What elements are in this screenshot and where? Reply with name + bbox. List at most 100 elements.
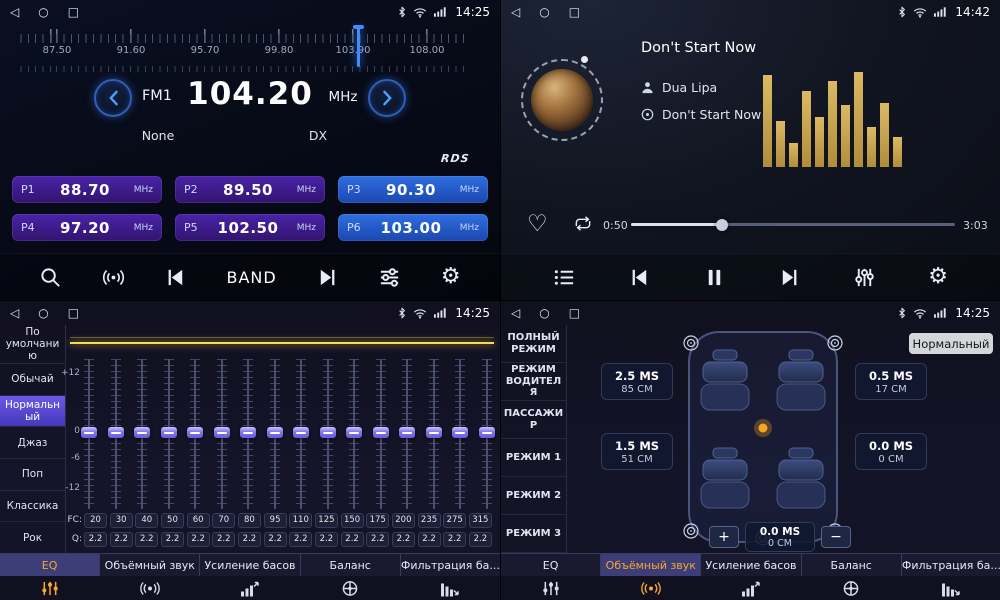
listening-mode-item[interactable]: РЕЖИМ ВОДИТЕЛЯ <box>501 363 566 401</box>
broadcast-button[interactable] <box>102 266 125 289</box>
listening-mode-item[interactable]: ПАССАЖИР <box>501 401 566 439</box>
back-icon[interactable]: ◁ <box>10 307 19 319</box>
eq-band-slider[interactable] <box>376 359 386 509</box>
tab-balance[interactable]: Баланс <box>301 554 401 576</box>
favorite-button[interactable]: ♡ <box>527 211 548 237</box>
listening-mode-item[interactable]: РЕЖИМ 1 <box>501 439 566 477</box>
slider-knob[interactable] <box>452 427 468 438</box>
repeat-button[interactable] <box>573 215 593 236</box>
scan-button[interactable] <box>39 266 62 289</box>
next-station-button[interactable] <box>316 266 339 289</box>
listening-mode-item[interactable]: РЕЖИМ 2 <box>501 477 566 515</box>
slider-knob[interactable] <box>161 427 177 438</box>
previous-track-button[interactable] <box>628 266 651 289</box>
tab-balance[interactable]: Баланс <box>802 554 902 576</box>
preset-button-p1[interactable]: P188.70MHz <box>12 176 162 203</box>
eq-band-slider[interactable] <box>217 359 227 509</box>
eq-preset-item[interactable]: По умолчанию <box>0 325 65 364</box>
eq-band-slider[interactable] <box>402 359 412 509</box>
back-icon[interactable]: ◁ <box>511 6 520 18</box>
preset-button-p5[interactable]: P5102.50MHz <box>175 214 325 241</box>
recents-icon[interactable]: □ <box>68 307 79 319</box>
delay-front-right[interactable]: 0.5 MS 17 CM <box>855 363 927 400</box>
profile-button[interactable]: Нормальный <box>909 333 993 354</box>
seek-up-button[interactable] <box>368 79 406 117</box>
delay-decrease-button[interactable]: − <box>821 526 851 548</box>
progress-bar[interactable] <box>631 223 955 226</box>
playlist-button[interactable] <box>553 266 576 289</box>
bass-tab-icon[interactable] <box>701 576 801 600</box>
tab-surround[interactable]: Объёмный звук <box>100 554 200 576</box>
preset-button-p6[interactable]: P6103.00MHz <box>338 214 488 241</box>
preset-button-p4[interactable]: P497.20MHz <box>12 214 162 241</box>
slider-knob[interactable] <box>479 427 495 438</box>
eq-band-slider[interactable] <box>137 359 147 509</box>
slider-knob[interactable] <box>399 427 415 438</box>
tab-bass[interactable]: Усиление басов <box>200 554 300 576</box>
settings-gear-icon[interactable]: ⚙ <box>928 266 948 288</box>
band-button[interactable]: BAND <box>227 268 277 287</box>
eq-band-slider[interactable] <box>190 359 200 509</box>
delay-rear-left[interactable]: 1.5 MS 51 CM <box>601 433 673 470</box>
audio-settings-button[interactable] <box>378 266 401 289</box>
eq-preset-item[interactable]: Нормальный <box>0 396 65 428</box>
delay-rear-right[interactable]: 0.0 MS 0 CM <box>855 433 927 470</box>
slider-knob[interactable] <box>373 427 389 438</box>
slider-knob[interactable] <box>214 427 230 438</box>
recents-icon[interactable]: □ <box>569 6 580 18</box>
previous-station-button[interactable] <box>164 266 187 289</box>
eq-band-slider[interactable] <box>482 359 492 509</box>
tab-bass[interactable]: Усиление басов <box>701 554 801 576</box>
eq-band-slider[interactable] <box>111 359 121 509</box>
slider-knob[interactable] <box>346 427 362 438</box>
home-icon[interactable]: ○ <box>38 6 48 18</box>
eq-band-slider[interactable] <box>270 359 280 509</box>
recents-icon[interactable]: □ <box>68 6 79 18</box>
eq-band-slider[interactable] <box>429 359 439 509</box>
filter-tab-icon[interactable] <box>400 576 500 600</box>
tab-filter[interactable]: Фильтрация ба... <box>902 554 1000 576</box>
recents-icon[interactable]: □ <box>569 307 580 319</box>
surround-tab-icon[interactable] <box>601 576 701 600</box>
eq-band-slider[interactable] <box>243 359 253 509</box>
home-icon[interactable]: ○ <box>539 6 549 18</box>
preset-button-p3[interactable]: P390.30MHz <box>338 176 488 203</box>
balance-tab-icon[interactable] <box>300 576 400 600</box>
seek-down-button[interactable] <box>94 79 132 117</box>
home-icon[interactable]: ○ <box>38 307 48 319</box>
bass-tab-icon[interactable] <box>200 576 300 600</box>
pause-button[interactable] <box>703 266 726 289</box>
eq-band-slider[interactable] <box>455 359 465 509</box>
equalizer-button[interactable] <box>853 266 876 289</box>
slider-knob[interactable] <box>108 427 124 438</box>
slider-knob[interactable] <box>267 427 283 438</box>
slider-knob[interactable] <box>320 427 336 438</box>
delay-increase-button[interactable]: + <box>709 526 739 548</box>
eq-preset-item[interactable]: Рок <box>0 522 65 554</box>
eq-band-slider[interactable] <box>296 359 306 509</box>
listening-mode-item[interactable]: РЕЖИМ 3 <box>501 515 566 553</box>
eq-band-slider[interactable] <box>84 359 94 509</box>
filter-tab-icon[interactable] <box>901 576 1000 600</box>
back-icon[interactable]: ◁ <box>511 307 520 319</box>
slider-knob[interactable] <box>426 427 442 438</box>
progress-knob[interactable] <box>716 219 728 231</box>
listening-mode-item[interactable]: ПОЛНЫЙ РЕЖИМ <box>501 325 566 363</box>
slider-knob[interactable] <box>81 427 97 438</box>
balance-tab-icon[interactable] <box>801 576 901 600</box>
surround-tab-icon[interactable] <box>100 576 200 600</box>
preset-button-p2[interactable]: P289.50MHz <box>175 176 325 203</box>
eq-preset-item[interactable]: Классика <box>0 491 65 523</box>
tab-surround[interactable]: Объёмный звук <box>601 554 701 576</box>
eq-tab-icon[interactable] <box>501 576 601 600</box>
eq-band-slider[interactable] <box>349 359 359 509</box>
delay-front-left[interactable]: 2.5 MS 85 CM <box>601 363 673 400</box>
slider-knob[interactable] <box>240 427 256 438</box>
eq-band-slider[interactable] <box>164 359 174 509</box>
settings-gear-icon[interactable]: ⚙ <box>441 266 461 288</box>
eq-band-slider[interactable] <box>323 359 333 509</box>
frequency-scale[interactable]: 87.5091.6095.7099.80103.90108.00 <box>0 26 500 74</box>
dx-mode-label[interactable]: DX <box>296 128 340 143</box>
tab-filter[interactable]: Фильтрация ба... <box>401 554 500 576</box>
tab-eq[interactable]: EQ <box>501 554 601 576</box>
